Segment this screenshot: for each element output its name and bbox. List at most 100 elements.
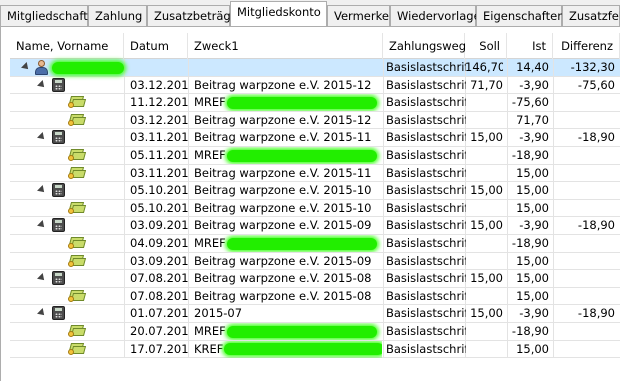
cell-zweck: Beitrag warpzone e.V. 2015-11 (194, 130, 372, 145)
cell-ist: 15,00 (516, 288, 549, 303)
cell-differenz (555, 94, 615, 111)
expand-triangle-icon[interactable] (37, 308, 47, 319)
cell-differenz (555, 235, 615, 252)
tab-zahlung[interactable]: Zahlung (88, 5, 147, 26)
cell-soll (465, 165, 503, 182)
table-row[interactable]: 17.07.2015 KREF Basislastschrift 15,00 (10, 340, 620, 359)
column-divider (553, 235, 554, 252)
money-icon (68, 236, 87, 250)
calculator-icon (52, 306, 65, 321)
table-row[interactable]: 03.12.2015 Beitrag warpzone e.V. 2015-12 B… (10, 76, 620, 95)
column-divider (124, 199, 125, 217)
cell-datum: 05.10.2015 (130, 183, 188, 198)
table-row[interactable]: 05.10.2015 Beitrag warpzone e.V. 2015-10 B… (10, 182, 620, 200)
column-divider (383, 340, 384, 358)
cell-soll: 15,00 (470, 271, 503, 286)
expand-triangle-icon[interactable] (21, 62, 31, 72)
column-divider (383, 164, 384, 182)
column-divider (553, 252, 554, 270)
column-header-datum[interactable]: Datum (124, 33, 188, 59)
column-divider (553, 111, 554, 129)
tab-vermerke[interactable]: Vermerke (327, 5, 390, 26)
column-header-soll[interactable]: Soll (465, 33, 507, 59)
money-icon (68, 342, 87, 356)
tab-mitgliedschaft[interactable]: Mitgliedschaft (0, 5, 88, 26)
money-icon (68, 324, 87, 338)
cell-datum: 01.07.2015 (130, 306, 188, 321)
cell-zweck: Beitrag warpzone e.V. 2015-12 (194, 112, 372, 127)
tab-eigenschaften[interactable]: Eigenschaften (476, 5, 565, 26)
column-header-zahlungsweg[interactable]: Zahlungsweg (383, 33, 466, 59)
column-divider (553, 182, 554, 199)
cell-zweck: MREF (194, 235, 382, 252)
column-divider (383, 129, 384, 146)
table-row[interactable]: 03.09.2015 Beitrag warpzone e.V. 2015-09 B… (10, 217, 620, 235)
money-icon (68, 201, 87, 215)
column-divider (188, 217, 189, 234)
column-divider (124, 323, 125, 340)
column-divider (188, 252, 189, 270)
expand-triangle-icon[interactable] (37, 79, 47, 90)
table-row[interactable]: 03.09.2015 Beitrag warpzone e.V. 2015-09 B… (10, 252, 620, 271)
column-header-differenz[interactable]: Differenz (553, 33, 620, 59)
cell-zahlungsweg: Basislastschrift (386, 236, 466, 250)
table-row[interactable]: 03.11.2015 Beitrag warpzone e.V. 2015-11 B… (10, 164, 620, 183)
expand-triangle-icon[interactable] (37, 273, 47, 284)
column-divider (553, 76, 554, 94)
cell-soll: 71,70 (470, 77, 503, 92)
table-row[interactable]: 11.12.2015 MREF Basislastschrift -75,60 (10, 94, 620, 112)
cell-zahlungsweg: Basislastschrift (386, 341, 466, 356)
table-row[interactable]: 20.07.2015 MREF Basislastschrift -18,90 (10, 323, 620, 341)
user-icon (34, 60, 49, 75)
column-header-zweck[interactable]: Zweck1 (188, 33, 383, 59)
cell-differenz (555, 341, 615, 358)
tab-zusatzbeträge[interactable]: Zusatzbeträge (147, 5, 238, 26)
zweck-redaction (226, 96, 377, 109)
cell-zahlungsweg: Basislastschrift (386, 306, 466, 321)
cell-ist: 14,40 (516, 60, 549, 74)
expand-triangle-icon[interactable] (37, 185, 47, 196)
calculator-icon (52, 271, 65, 286)
column-divider (188, 164, 189, 182)
money-icon (68, 254, 87, 268)
column-divider (124, 340, 125, 358)
table-row[interactable]: 07.08.2015 Beitrag warpzone e.V. 2015-08 B… (10, 287, 620, 306)
table-row[interactable]: 04.09.2015 MREF Basislastschrift -18,90 (10, 235, 620, 253)
table-row[interactable]: 05.11.2015 MREF Basislastschrift -18,90 (10, 147, 620, 165)
column-divider (383, 111, 384, 129)
tab-wiedervorlage[interactable]: Wiedervorlage (390, 5, 481, 26)
cell-zahlungsweg: Basislastschrift (386, 165, 466, 180)
tab-mitgliedskonto[interactable]: Mitgliedskonto (230, 1, 327, 26)
cell-ist: -18,90 (511, 236, 549, 250)
column-header-name[interactable]: Name, Vorname (10, 33, 124, 59)
cell-zahlungsweg: Basislastschrift (386, 148, 466, 162)
cell-zweck: Beitrag warpzone e.V. 2015-10 (194, 200, 372, 215)
calculator-icon (52, 183, 65, 198)
cell-zahlungsweg: Basislastschrift (386, 183, 466, 198)
table-row[interactable]: 03.12.2015 Beitrag warpzone e.V. 2015-12 B… (10, 111, 620, 130)
cell-soll: 15,00 (470, 218, 503, 233)
column-divider (553, 323, 554, 340)
zweck-redaction (224, 343, 382, 356)
cell-ist: 15,00 (516, 183, 549, 198)
expand-triangle-icon[interactable] (37, 132, 47, 143)
cell-soll (465, 200, 503, 217)
cell-differenz: -75,60 (577, 77, 615, 92)
column-divider (553, 94, 554, 111)
table-row[interactable]: 05.10.2015 Beitrag warpzone e.V. 2015-10 B… (10, 199, 620, 218)
table-row[interactable]: Basislastschrift 146,70 14,40 -132,30 (10, 59, 620, 77)
table-row[interactable]: 01.07.2015 2015-07 Basislastschrift 15,00 -3… (10, 305, 620, 323)
cell-soll (465, 147, 503, 164)
column-divider (188, 323, 189, 340)
expand-triangle-icon[interactable] (37, 220, 47, 231)
cell-soll: 15,00 (470, 183, 503, 198)
table-row[interactable]: 03.11.2015 Beitrag warpzone e.V. 2015-11 B… (10, 129, 620, 147)
table-row[interactable]: 07.08.2015 Beitrag warpzone e.V. 2015-08 B… (10, 270, 620, 288)
cell-differenz (555, 253, 615, 270)
column-divider (188, 111, 189, 129)
cell-zahlungsweg: Basislastschrift (386, 95, 466, 110)
cell-datum: 03.11.2015 (130, 130, 188, 145)
column-header-ist[interactable]: Ist (507, 33, 553, 59)
column-divider (383, 323, 384, 340)
tab-zusatzfeld[interactable]: Zusatzfeld (562, 5, 620, 26)
